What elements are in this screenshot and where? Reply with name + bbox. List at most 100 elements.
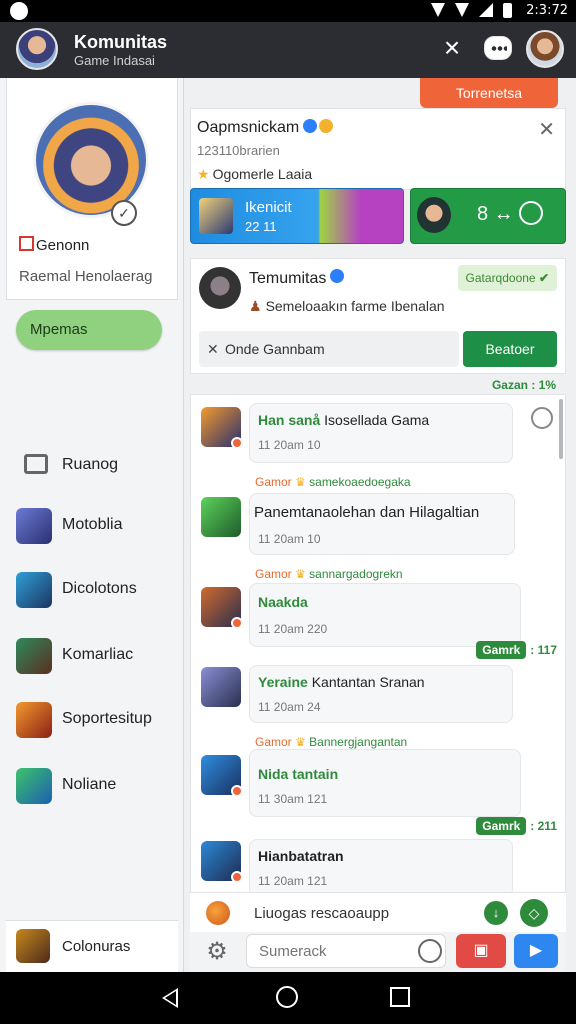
profile-portrait [33,102,149,218]
status-bar: 2:3:72 [0,0,576,22]
back-icon[interactable] [162,988,178,1008]
player-avatar [201,587,243,629]
message-bubble: Yeraine Kantantan Sranan 11 20am 24 [249,665,513,723]
profile-card[interactable]: ✓ Genonn Raemal Henolaerag [6,78,178,300]
battery-icon [503,3,512,18]
sidebar: ✓ Genonn Raemal Henolaerag Mpemas Ruanog… [0,78,184,972]
close-icon[interactable]: ✕ [538,117,555,142]
send-button[interactable]: ▶ [514,934,558,968]
fire-icon [206,901,230,925]
message-input[interactable] [246,934,446,968]
status-time: 2:3:72 [526,3,568,18]
list-item[interactable]: Gamor ♛ samekoaedoegaka Panemtanaolehan … [197,473,557,555]
message-bubble: Naakda 11 20am 220 [249,583,521,647]
message-bubble: Nida tantain 11 30am 121 [249,749,521,817]
reaction-pill[interactable]: Gamrk: 117 [476,641,557,659]
player-avatar [201,755,243,797]
action-button[interactable]: Beatoer [463,331,557,367]
profile-status: Raemal Henolaerag [19,268,153,285]
composer-suggestion[interactable]: Liuogas rescaoaupp ↓ ◇ [190,892,566,932]
sidebar-item-label: Soportesitup [62,710,152,727]
message-bubble: Hianbatatran 11 20am 121 [249,839,513,897]
sidebar-footer[interactable]: Colonuras [6,920,178,972]
message-time: 11 20am 24 [258,700,321,714]
sidebar-item-ruanog[interactable]: Ruanog [16,444,176,484]
media-button[interactable]: ▣ [456,934,506,968]
wifi-strong-icon [455,3,469,17]
event-banner-green[interactable]: 8 ↔ [410,188,566,244]
sidebar-item-soportesitup[interactable]: Soportesitup [16,698,176,738]
recent-apps-icon[interactable] [390,987,410,1007]
message-time: 11 20am 10 [258,438,321,452]
verified-icon [330,269,345,283]
composer-suggestion-text: Liuogas rescaoaupp [254,905,390,922]
community-card: Temumitas Semeloaakın farme Ibenalan Gat… [190,258,566,374]
joined-badge[interactable]: Gatarqdoone [457,265,557,291]
page-subtitle: Game Indasai [74,53,155,68]
event-banner-blue[interactable]: Ikenicit 22 11 [190,188,404,244]
tag-icon[interactable]: ◇ [520,899,548,927]
game-thumb-icon [16,638,52,674]
gold-badge-icon [319,119,334,133]
refresh-icon[interactable] [531,407,553,429]
message-bubble: Panemtanaolehan dan Hilagaltian 11 20am … [249,493,515,555]
sidebar-item-komarliac[interactable]: Komarliac [16,634,176,674]
game-thumb-icon [16,929,50,963]
player-avatar [201,497,241,537]
sidebar-item-dicolotons[interactable]: Dicolotons [16,568,176,608]
search-input[interactable]: Onde Gannbam [199,331,459,367]
message-time: 11 20am 220 [258,622,328,636]
banner-green-label: 8 ↔ [477,203,514,225]
info-title: Oapmsnickam [197,119,334,137]
player-avatar [201,407,243,449]
sidebar-item-label: Komarliac [62,646,134,663]
scrollbar[interactable] [559,399,563,459]
banner-subtitle: 22 11 [245,219,277,234]
list-item[interactable]: Gamor ♛ Bannergjangantan Nida tantain 11… [197,735,557,817]
community-subtitle: Semeloaakın farme Ibenalan [249,298,445,315]
emoji-icon[interactable] [418,939,442,963]
message-head: Han sanå Isosellada Gama [258,412,430,428]
message-sender: Gamor ♛ sannargadogrekn [255,567,403,581]
page-title: Komunitas [74,32,168,52]
list-item[interactable]: Hianbatatran 11 20am 121 [197,839,557,899]
user-avatar[interactable] [526,30,564,68]
verified-icon [303,119,318,133]
list-item[interactable]: Han sanå Isosellada Gama 11 20am 10 [197,403,557,463]
signal-icon [479,3,493,17]
gear-icon[interactable]: ⚙ [204,939,230,965]
list-item[interactable]: Gamor ♛ sannargadogrekn Naakda 11 20am 2… [197,567,557,649]
message-head: Yeraine Kantantan Sranan [258,674,425,690]
sidebar-item-active[interactable]: Mpemas [16,310,162,350]
close-icon[interactable]: × [437,34,467,64]
sidebar-item-motoblia[interactable]: Motoblia [16,504,176,544]
counter: Gazan : 1% [491,378,556,392]
sidebar-item-label: Noliane [62,776,117,793]
reaction-pill[interactable]: Gamrk: 211 [476,817,557,835]
message-bubble: Han sanå Isosellada Gama 11 20am 10 [249,403,513,463]
download-icon[interactable]: ↓ [484,901,508,925]
profile-name: Genonn [19,236,89,254]
chat-feed[interactable]: Han sanå Isosellada Gama 11 20am 10 Gamo… [190,394,566,972]
message-time: 11 20am 121 [258,874,328,888]
message-time: 11 30am 121 [258,792,328,806]
wifi-icon [431,3,445,17]
game-thumb-icon [199,198,233,234]
status-icons [431,3,512,18]
message-head: Naakda [258,594,308,610]
list-item[interactable]: Yeraine Kantantan Sranan 11 20am 24 [197,665,557,725]
main-panel: Torrenetsa Oapmsnickam 123110brarien Ogo… [186,78,576,972]
community-avatar[interactable] [16,28,58,70]
home-icon[interactable] [276,986,298,1008]
sidebar-item-noliane[interactable]: Noliane [16,764,176,804]
info-card[interactable]: Oapmsnickam 123110brarien Ogomerle Laaia… [190,108,566,190]
system-nav-bar [0,972,576,1024]
message-sender: Gamor ♛ Bannergjangantan [255,735,408,749]
chat-icon[interactable] [484,36,512,60]
message-sender: Gamor ♛ samekoaedoegaka [255,475,411,489]
message-body: Panemtanaolehan dan Hilagaltian [254,504,480,521]
community-avatar[interactable] [199,267,241,309]
info-meta: 123110brarien [197,143,280,158]
player-avatar [201,667,241,707]
tournament-button[interactable]: Torrenetsa [420,78,558,108]
